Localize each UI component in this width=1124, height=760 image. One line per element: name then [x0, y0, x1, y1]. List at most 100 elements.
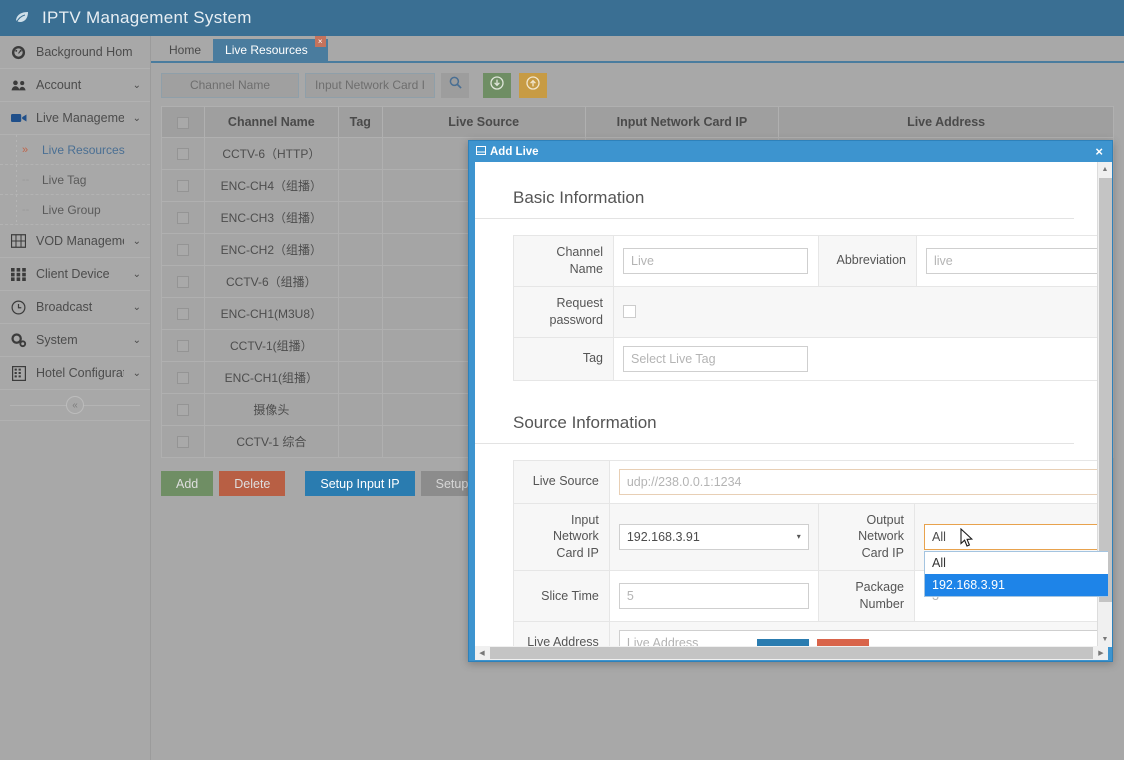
header-input-card-ip[interactable]: Input Network Card IP [584, 106, 780, 138]
channel-name-field-cell: Live [613, 235, 819, 287]
dashboard-icon [10, 44, 27, 61]
row-checkbox-cell [161, 393, 205, 426]
tab-label: Home [169, 43, 202, 57]
sidebar-item-vod-management[interactable]: VOD Management ⌄ [0, 225, 150, 258]
building-icon [10, 365, 27, 382]
sidebar-item-background-home[interactable]: Background Home [0, 36, 150, 69]
form-row-network-cards: Input Network Card IP 192.168.3.91 ▾ Out… [513, 502, 1108, 597]
vertical-scroll-thumb[interactable] [1099, 178, 1112, 602]
add-button[interactable]: Add [161, 471, 214, 496]
dropdown-option-all[interactable]: All [925, 552, 1108, 574]
chevron-down-icon: ▾ [796, 532, 801, 542]
scroll-up-button[interactable]: ▲ [1098, 162, 1112, 177]
dropdown-option-ip[interactable]: 192.168.3.91 [925, 573, 1108, 596]
live-source-input[interactable]: udp://238.0.0.1:1234 [618, 468, 1108, 495]
collapse-sidebar-button[interactable]: « [66, 396, 84, 414]
output-network-card-ip-select[interactable]: All ▾ All 192.168.3.91 [924, 523, 1108, 597]
row-checkbox[interactable] [176, 436, 189, 449]
header-tag[interactable]: Tag [337, 106, 383, 138]
source-information-form: Live Source udp://238.0.0.1:1234 Input N… [513, 459, 1108, 647]
close-icon[interactable]: × [314, 36, 326, 47]
scroll-right-button[interactable]: ▶ [1094, 646, 1108, 660]
channel-name-input[interactable]: Live [623, 247, 808, 274]
grid-icon [10, 266, 27, 283]
cell-channel-name: 摄像头 [203, 393, 339, 426]
row-checkbox[interactable] [176, 212, 189, 225]
request-password-checkbox[interactable] [623, 305, 636, 319]
dialog-title-bar[interactable]: Add Live × [469, 141, 1112, 162]
row-checkbox[interactable] [176, 244, 189, 257]
row-checkbox[interactable] [176, 372, 189, 385]
output-card-label: Output Network Card IP [817, 502, 916, 572]
row-checkbox-cell [161, 297, 205, 330]
header-channel-name[interactable]: Channel Name [203, 106, 339, 138]
chevron-down-icon: ⌄ [132, 367, 141, 379]
sidebar-item-system[interactable]: System ⌄ [0, 324, 150, 357]
request-password-field-cell [613, 285, 1108, 338]
cell-tag [337, 393, 383, 426]
sidebar-item-live-group[interactable]: -- Live Group [0, 195, 150, 225]
input-card-ip-input[interactable]: Input Network Card I [305, 72, 435, 98]
sidebar-item-live-resources[interactable]: » Live Resources [0, 135, 150, 165]
cell-channel-name: CCTV-1(组播） [203, 329, 339, 362]
sidebar-sub-label: Live Tag [42, 172, 87, 187]
input-network-card-ip-select[interactable]: 192.168.3.91 ▾ [618, 523, 809, 550]
app-header: IPTV Management System [0, 0, 1124, 36]
scroll-down-button[interactable]: ▼ [1098, 632, 1112, 647]
slice-time-label: Slice Time [513, 570, 610, 622]
sidebar-item-live-tag[interactable]: -- Live Tag [0, 165, 150, 195]
header-live-address[interactable]: Live Address [778, 106, 1114, 138]
tab-live-resources[interactable]: Live Resources × [213, 36, 328, 61]
sidebar-item-hotel-configuration[interactable]: Hotel Configuration ⌄ [0, 357, 150, 390]
sidebar-collapse-row: « [0, 390, 150, 421]
channel-name-label: Channel Name [513, 235, 614, 287]
row-checkbox-cell [161, 265, 205, 298]
leaf-icon [12, 8, 32, 28]
live-source-label: Live Source [513, 459, 610, 504]
tab-strip: Home Live Resources × [151, 36, 1124, 63]
close-icon[interactable]: × [1095, 144, 1105, 159]
active-marker-icon: » [22, 143, 29, 156]
export-button[interactable] [519, 72, 547, 98]
app-title: IPTV Management System [42, 8, 252, 27]
live-tag-select[interactable]: Select Live Tag [623, 345, 808, 372]
basic-information-form: Channel Name Live Abbreviation live Requ… [513, 235, 1108, 381]
cell-tag [337, 425, 383, 458]
row-checkbox-cell [161, 329, 205, 362]
sidebar-item-broadcast[interactable]: Broadcast ⌄ [0, 291, 150, 324]
tab-home[interactable]: Home [157, 39, 213, 61]
header-live-source[interactable]: Live Source [381, 106, 586, 138]
horizontal-scroll-thumb[interactable] [490, 647, 1093, 659]
search-button[interactable] [441, 72, 469, 98]
row-checkbox[interactable] [176, 180, 189, 193]
cell-channel-name: ENC-CH3（组播） [203, 201, 339, 234]
sidebar-label: System [36, 333, 78, 347]
row-checkbox[interactable] [176, 340, 189, 353]
sidebar-label: Client Device [36, 267, 110, 281]
row-checkbox[interactable] [176, 308, 189, 321]
scroll-left-button[interactable]: ◀ [475, 646, 489, 660]
cell-channel-name: ENC-CH1(M3U8） [203, 297, 339, 330]
sidebar-item-live-management[interactable]: Live Management ⌄ [0, 102, 150, 135]
cell-tag [337, 169, 383, 202]
channel-name-input[interactable]: Channel Name [161, 72, 299, 98]
setup-input-ip-button[interactable]: Setup Input IP [305, 471, 415, 496]
output-card-value: All [932, 529, 946, 544]
abbreviation-input[interactable]: live [926, 247, 1108, 274]
row-checkbox[interactable] [176, 148, 189, 161]
slice-time-input[interactable]: 5 [618, 583, 809, 609]
delete-button[interactable]: Delete [219, 471, 286, 496]
row-checkbox[interactable] [176, 276, 189, 289]
sidebar-item-client-device[interactable]: Client Device ⌄ [0, 258, 150, 291]
dialog-horizontal-scrollbar[interactable]: ◀ ▶ [475, 646, 1108, 660]
import-button[interactable] [483, 72, 511, 98]
select-all-checkbox[interactable] [176, 116, 189, 129]
slice-time-field-cell: 5 [608, 570, 819, 622]
row-checkbox[interactable] [176, 404, 189, 417]
row-checkbox-cell [161, 201, 205, 234]
input-card-value: 192.168.3.91 [626, 529, 700, 544]
form-row-live-source: Live Source udp://238.0.0.1:1234 [513, 459, 1108, 504]
cell-channel-name: ENC-CH4（组播） [203, 169, 339, 202]
sidebar-item-account[interactable]: Account ⌄ [0, 69, 150, 102]
row-checkbox-cell [161, 137, 205, 170]
